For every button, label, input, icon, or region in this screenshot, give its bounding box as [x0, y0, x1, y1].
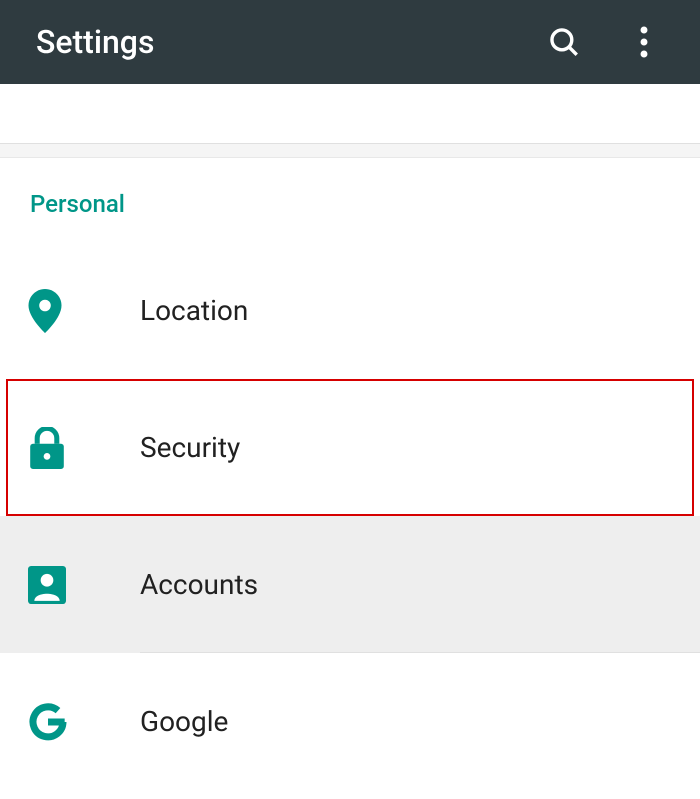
search-icon[interactable]	[544, 22, 584, 62]
list-item-google[interactable]: Google	[0, 653, 700, 790]
spacer	[0, 84, 700, 144]
list-item-security[interactable]: Security	[6, 379, 694, 516]
list-item-label: Location	[140, 294, 248, 327]
location-pin-icon	[28, 289, 140, 333]
list-item-label: Security	[140, 431, 240, 464]
appbar-title: Settings	[36, 23, 544, 61]
more-vert-icon[interactable]	[624, 22, 664, 62]
appbar-actions	[544, 22, 676, 62]
list-item-label: Google	[140, 705, 228, 738]
person-box-icon	[28, 566, 140, 604]
divider-strip	[0, 144, 700, 158]
list-item-accounts[interactable]: Accounts	[0, 516, 700, 653]
list-item-label: Accounts	[140, 568, 258, 601]
lock-icon	[30, 427, 140, 469]
section-header-personal: Personal	[0, 158, 700, 242]
appbar: Settings	[0, 0, 700, 84]
google-g-icon	[28, 702, 140, 742]
list-item-location[interactable]: Location	[0, 242, 700, 379]
settings-list: Location Security Accounts	[0, 242, 700, 790]
